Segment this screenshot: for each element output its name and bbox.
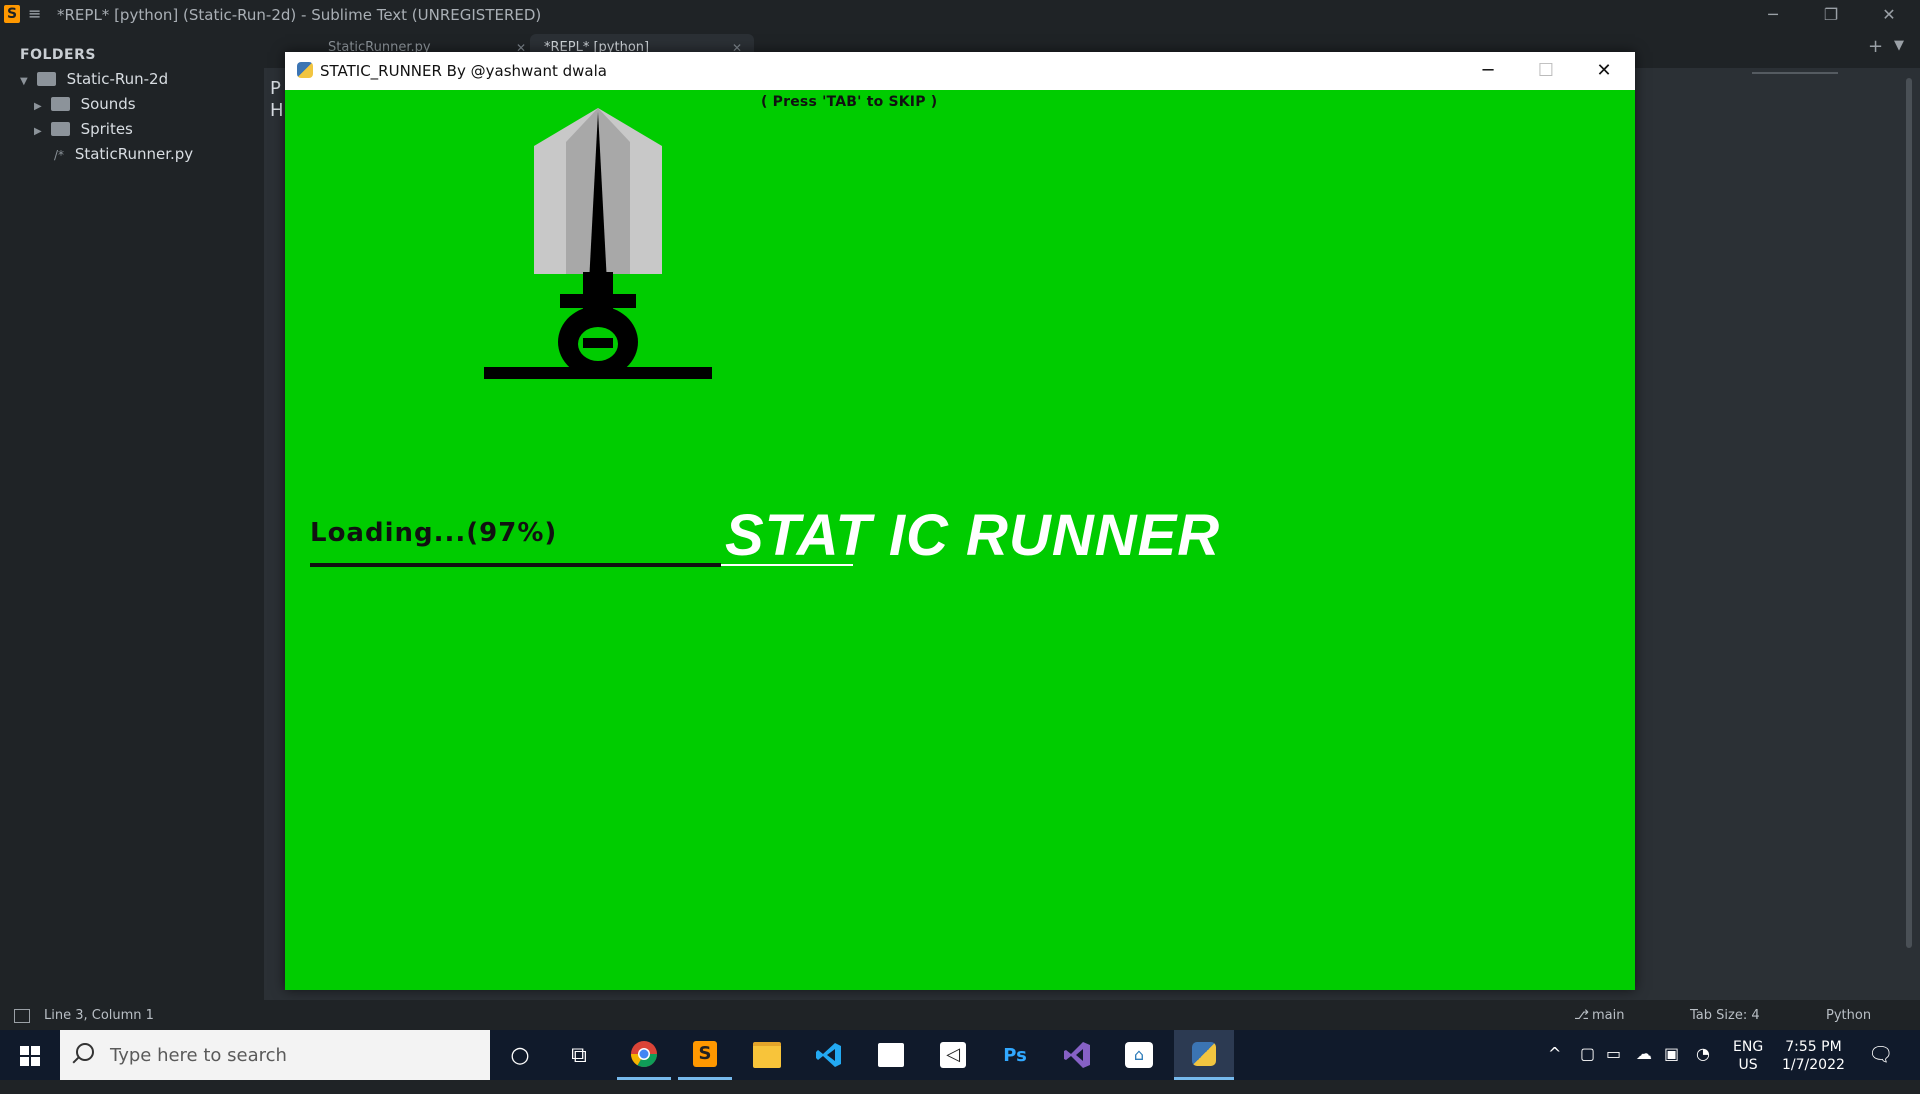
clock-date: 1/7/2022 — [1782, 1057, 1845, 1073]
sidebar-item-staticrunner[interactable]: /* StaticRunner.py — [54, 143, 193, 165]
network-icon[interactable]: ▣ — [1664, 1044, 1679, 1094]
loading-label: Loading...(97%) — [310, 518, 558, 548]
minimize-icon[interactable]: ─ — [1465, 56, 1511, 86]
editor-text: P H — [270, 78, 284, 122]
minimap[interactable] — [1752, 72, 1838, 74]
language-code: ENG — [1733, 1039, 1764, 1055]
git-branch[interactable]: main — [1592, 1008, 1624, 1023]
file-explorer-icon[interactable] — [740, 1030, 794, 1080]
sublime-icon[interactable]: S — [678, 1030, 732, 1080]
game-canvas[interactable]: ( Press 'TAB' to SKIP ) Loading...(97%) … — [285, 90, 1635, 990]
git-branch-icon: ⎇ — [1574, 1008, 1589, 1023]
cortana-icon[interactable]: ○ — [493, 1030, 547, 1080]
sidebar-item-sounds[interactable]: ▶ Sounds — [34, 93, 136, 115]
close-icon[interactable]: ✕ — [1581, 56, 1627, 86]
onedrive-icon[interactable]: ☁ — [1636, 1044, 1652, 1094]
hamburger-icon[interactable]: ≡ — [28, 4, 41, 23]
python-icon[interactable] — [1174, 1030, 1234, 1080]
game-name: STAT IC RUNNER — [725, 503, 1221, 568]
taskbar: Type here to search ○ ⧉ S ◁ Ps ⌂ ^ ▢ ▭ ☁… — [0, 1030, 1920, 1080]
minimize-icon[interactable]: ─ — [1750, 3, 1796, 27]
unity-icon[interactable]: ◁ — [926, 1030, 980, 1080]
chevron-right-icon: ▶ — [34, 126, 42, 137]
sidebar-item-root[interactable]: ▼ Static-Run-2d — [20, 68, 168, 90]
start-button[interactable] — [0, 1030, 60, 1080]
python-icon — [297, 62, 313, 78]
panel-toggle-icon[interactable] — [14, 1009, 30, 1023]
windows-logo-icon — [20, 1046, 40, 1066]
restore-icon[interactable]: ❐ — [1808, 3, 1854, 27]
editor-line: H — [270, 100, 284, 121]
folders-header: FOLDERS — [20, 47, 96, 63]
sidebar: FOLDERS ▼ Static-Run-2d ▶ Sounds ▶ Sprit… — [0, 30, 264, 1000]
chevron-down-icon: ▼ — [20, 76, 28, 87]
language-indicator[interactable]: ENG US — [1733, 1038, 1763, 1088]
skip-hint: ( Press 'TAB' to SKIP ) — [761, 94, 938, 110]
game-logo-icon — [484, 108, 712, 379]
folder-open-icon — [36, 72, 56, 86]
meet-icon[interactable]: ▢ — [1580, 1044, 1595, 1094]
scrollbar[interactable] — [1906, 78, 1912, 948]
wifi-icon[interactable]: ◔ — [1696, 1044, 1710, 1094]
clock-time: 7:55 PM — [1785, 1039, 1842, 1055]
chevron-right-icon: ▶ — [34, 101, 42, 112]
visual-studio-icon[interactable] — [1050, 1030, 1104, 1080]
store-icon[interactable] — [864, 1030, 918, 1080]
game-window: STATIC_RUNNER By @yashwant dwala ─ ☐ ✕ (… — [285, 52, 1635, 990]
taskbar-search[interactable]: Type here to search — [60, 1030, 490, 1080]
sublime-title-bar: S ≡ *REPL* [python] (Static-Run-2d) - Su… — [0, 0, 1920, 30]
window-title: *REPL* [python] (Static-Run-2d) - Sublim… — [57, 6, 542, 24]
new-tab-icon[interactable]: + — [1868, 36, 1883, 57]
chrome-icon[interactable] — [617, 1030, 671, 1080]
tray-chevron-icon[interactable]: ^ — [1548, 1044, 1561, 1094]
sidebar-item-sprites[interactable]: ▶ Sprites — [34, 118, 133, 140]
remote-icon[interactable]: ⌂ — [1112, 1030, 1166, 1080]
search-input[interactable]: Type here to search — [110, 1045, 287, 1066]
tab-menu-icon[interactable]: ▼ — [1894, 38, 1904, 53]
maximize-icon[interactable]: ☐ — [1523, 56, 1569, 86]
vscode-icon[interactable] — [802, 1030, 856, 1080]
progress-fill — [310, 563, 721, 567]
photoshop-icon[interactable]: Ps — [988, 1030, 1042, 1080]
sublime-logo-icon: S — [4, 5, 20, 23]
close-icon[interactable]: ✕ — [1866, 3, 1912, 27]
game-title-bar: STATIC_RUNNER By @yashwant dwala ─ ☐ ✕ — [285, 52, 1635, 90]
task-view-icon[interactable]: ⧉ — [552, 1030, 606, 1080]
folder-icon — [50, 122, 70, 136]
sidebar-item-label: Sprites — [80, 120, 133, 138]
clock[interactable]: 7:55 PM 1/7/2022 — [1782, 1038, 1845, 1088]
battery-icon[interactable]: ▭ — [1606, 1044, 1621, 1094]
syntax[interactable]: Python — [1826, 1008, 1871, 1023]
notification-icon[interactable]: 🗨 — [1868, 1042, 1893, 1092]
editor-line: P — [270, 78, 281, 99]
region-code: US — [1738, 1057, 1758, 1073]
status-bar: Line 3, Column 1 ⎇ main Tab Size: 4 Pyth… — [0, 1000, 1920, 1030]
cursor-position[interactable]: Line 3, Column 1 — [44, 1008, 154, 1023]
folder-icon — [50, 97, 70, 111]
sidebar-item-label: Sounds — [80, 95, 136, 113]
game-window-title: STATIC_RUNNER By @yashwant dwala — [320, 62, 607, 80]
sidebar-item-label: Static-Run-2d — [66, 70, 169, 88]
tab-size[interactable]: Tab Size: 4 — [1690, 1008, 1760, 1023]
file-icon: /* — [54, 148, 65, 162]
search-icon — [76, 1043, 94, 1061]
sidebar-item-label: StaticRunner.py — [74, 145, 194, 163]
